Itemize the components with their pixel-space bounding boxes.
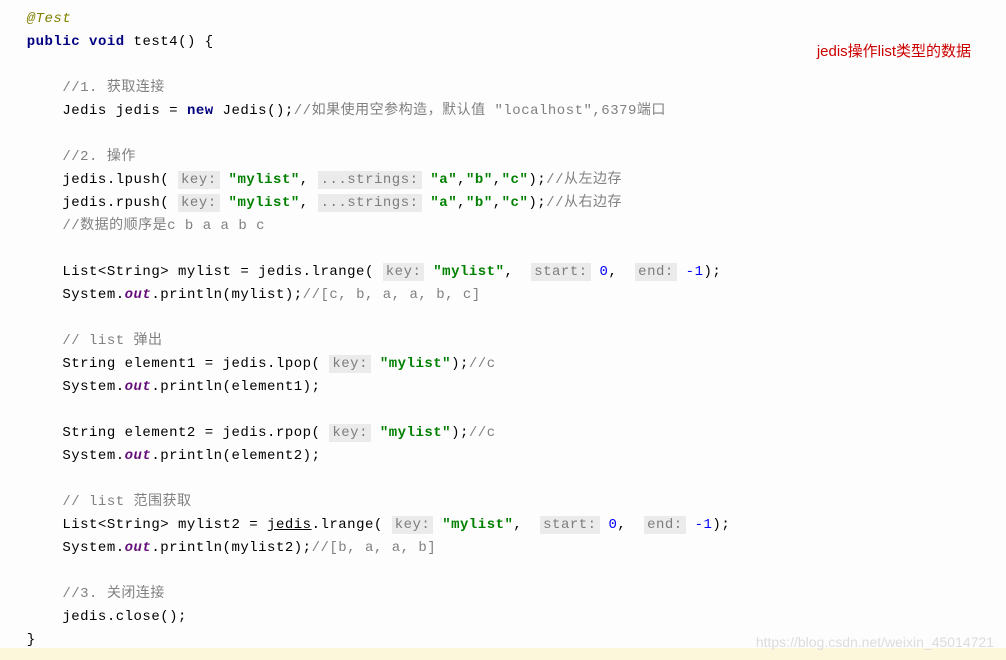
code-line: List<String> mylist = jedis.lrange( [62,264,382,280]
param-hint-key: key: [329,355,371,373]
code-line: System. [62,287,124,303]
param-hint-key: key: [383,263,425,281]
close-brace: } [27,632,36,648]
comment-inline: //c [469,425,496,441]
comment-1: //1. 获取连接 [62,80,165,96]
comment-inline: //从右边存 [546,195,622,211]
comment-inline: //c [469,356,496,372]
kw-public: public [27,34,80,50]
field-out: out [125,448,152,464]
number-literal: -1 [677,264,704,280]
comment-inline: //从左边存 [546,172,622,188]
code-line: jedis.close(); [62,609,187,625]
annotation-test: @Test [27,11,72,27]
field-out: out [125,287,152,303]
string-literal: "mylist" [424,264,504,280]
param-hint-start: start: [540,516,599,534]
watermark: https://blog.csdn.net/weixin_45014721 [756,634,994,650]
kw-new: new [187,103,214,119]
string-literal: "a" [422,172,458,188]
code-line: String element1 = jedis.lpop( [62,356,329,372]
method-name: test4() { [125,34,214,50]
string-literal: "mylist" [371,425,451,441]
string-literal: "mylist" [220,195,300,211]
code-line: System. [62,448,124,464]
comment-inline: //如果使用空参构造，默认值 "localhost",6379端口 [294,103,666,119]
comment-inline: //[c, b, a, a, b, c] [303,287,481,303]
string-literal: "mylist" [220,172,300,188]
kw-void: void [89,34,125,50]
param-hint-key: key: [392,516,434,534]
number-literal: 0 [600,517,618,533]
title-annotation: jedis操作list类型的数据 [817,40,971,61]
param-hint-end: end: [635,263,677,281]
code-line: jedis.lpush( [62,172,178,188]
string-literal: "mylist" [433,517,513,533]
comment-2: //2. 操作 [62,149,136,165]
param-hint-strings: ...strings: [318,194,422,212]
field-out: out [125,379,152,395]
number-literal: 0 [591,264,609,280]
code-line: List<String> mylist2 = [62,517,267,533]
comment-order: //数据的顺序是c b a a b c [62,218,265,234]
param-hint-end: end: [644,516,686,534]
comment-inline: //[b, a, a, b] [312,540,437,556]
comment-range: // list 范围获取 [62,494,191,510]
code-block: @Test public void test4() { //1. 获取连接 Je… [0,8,1006,652]
param-hint-key: key: [178,194,220,212]
field-out: out [125,540,152,556]
param-hint-key: key: [178,171,220,189]
comment-pop: // list 弹出 [62,333,162,349]
param-hint-start: start: [531,263,590,281]
param-hint-key: key: [329,424,371,442]
number-literal: -1 [686,517,713,533]
var-jedis-underlined: jedis [267,517,312,533]
string-literal: "mylist" [371,356,451,372]
code-line: System. [62,379,124,395]
param-hint-strings: ...strings: [318,171,422,189]
code-line: Jedis jedis = [62,103,187,119]
comment-3: //3. 关闭连接 [62,586,165,602]
code-line: System. [62,540,124,556]
code-line: Jedis(); [214,103,294,119]
code-line: String element2 = jedis.rpop( [62,425,329,441]
code-line: jedis.rpush( [62,195,178,211]
